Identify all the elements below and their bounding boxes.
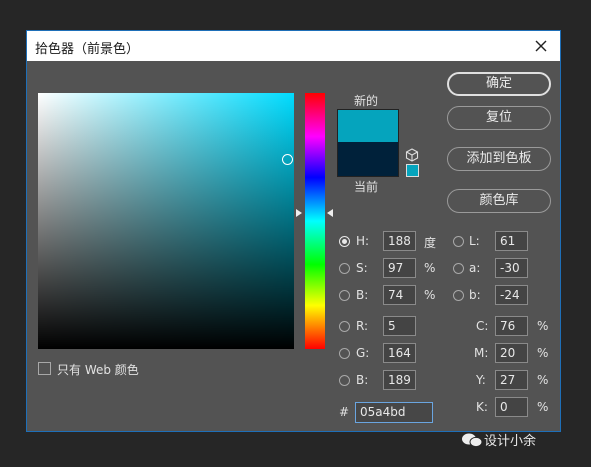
wechat-icon [462, 433, 483, 448]
reset-button[interactable]: 复位 [447, 106, 551, 130]
ok-button[interactable]: 确定 [447, 72, 551, 96]
radio-b[interactable] [339, 290, 350, 301]
h-label: H: [356, 234, 370, 248]
hue-slider-right-arrow-icon[interactable] [327, 209, 333, 217]
s-input[interactable]: 97 [383, 258, 416, 278]
new-color-label: 新的 [354, 94, 379, 108]
b-input[interactable]: 74 [383, 285, 416, 305]
color-picker-dialog: 拾色器（前景色） 新的 当前 确定 复位 添加到色板 颜色库 H: 188 度 … [26, 30, 561, 432]
h-input[interactable]: 188 [383, 231, 416, 251]
hex-prefix: # [339, 405, 350, 419]
watermark-text: 设计小余 [484, 434, 537, 449]
m-label: M: [474, 346, 489, 360]
color-libraries-button[interactable]: 颜色库 [447, 189, 551, 213]
lab-a-input[interactable]: -30 [495, 258, 528, 278]
k-label: K: [476, 400, 488, 414]
hue-slider[interactable] [305, 93, 325, 349]
m-input[interactable]: 20 [495, 343, 528, 363]
y-input[interactable]: 27 [495, 370, 528, 390]
m-unit: % [537, 346, 549, 360]
add-to-swatches-button[interactable]: 添加到色板 [447, 147, 551, 171]
lab-b-label: b: [469, 288, 481, 302]
lab-l-input[interactable]: 61 [495, 231, 528, 251]
s-label: S: [356, 261, 368, 275]
y-label: Y: [476, 373, 486, 387]
dialog-title: 拾色器（前景色） [35, 42, 140, 57]
web-only-label: 只有 Web 颜色 [57, 363, 139, 377]
hue-slider-left-arrow-icon[interactable] [296, 209, 302, 217]
web-safe-color-swatch[interactable] [406, 164, 419, 177]
lab-a-label: a: [469, 261, 481, 275]
b-unit: % [424, 288, 436, 302]
g-label: G: [356, 346, 370, 360]
radio-lab-l[interactable] [453, 236, 464, 247]
radio-blue[interactable] [339, 375, 350, 386]
current-color-label: 当前 [354, 180, 379, 194]
c-label: C: [476, 319, 489, 333]
color-field[interactable] [38, 93, 294, 349]
c-input[interactable]: 76 [495, 316, 528, 336]
web-safe-cube-icon[interactable] [405, 148, 419, 162]
new-color-swatch [337, 109, 399, 143]
blue-label: B: [356, 373, 369, 387]
blue-input[interactable]: 189 [383, 370, 416, 390]
radio-lab-b[interactable] [453, 290, 464, 301]
r-input[interactable]: 5 [383, 316, 416, 336]
r-label: R: [356, 319, 369, 333]
c-unit: % [537, 319, 549, 333]
radio-r[interactable] [339, 321, 350, 332]
lab-b-input[interactable]: -24 [495, 285, 528, 305]
s-unit: % [424, 261, 436, 275]
k-unit: % [537, 400, 549, 414]
h-unit: 度 [424, 236, 437, 250]
close-icon[interactable] [530, 35, 552, 57]
title-bar: 拾色器（前景色） [27, 31, 560, 61]
web-only-checkbox[interactable] [38, 362, 51, 375]
g-input[interactable]: 164 [383, 343, 416, 363]
k-input[interactable]: 0 [495, 397, 528, 417]
radio-h[interactable] [339, 236, 350, 247]
b-label: B: [356, 288, 369, 302]
radio-s[interactable] [339, 263, 350, 274]
lab-l-label: L: [469, 234, 480, 248]
y-unit: % [537, 373, 549, 387]
hex-input[interactable]: 05a4bd [355, 402, 433, 423]
radio-g[interactable] [339, 348, 350, 359]
current-color-swatch[interactable] [337, 142, 399, 177]
color-field-marker[interactable] [282, 154, 293, 165]
radio-lab-a[interactable] [453, 263, 464, 274]
